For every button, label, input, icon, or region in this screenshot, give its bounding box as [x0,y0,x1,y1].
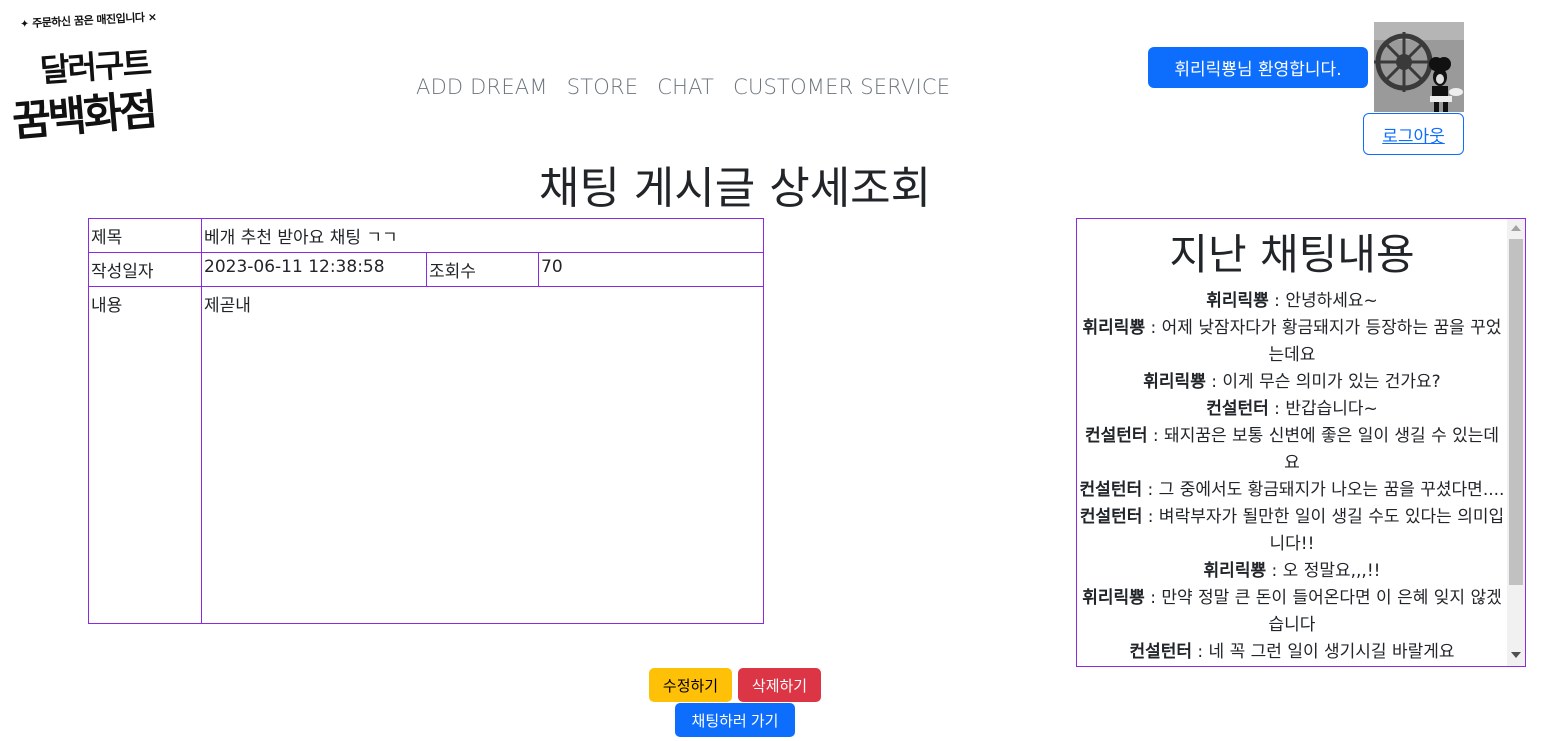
date-value: 2023-06-11 12:38:58 [201,252,427,287]
scroll-up-icon[interactable] [1511,225,1521,231]
chat-history-content: 지난 채팅내용 휘리릭뿅 : 안녕하세요~ 휘리릭뿅 : 어제 낮잠자다가 황금돼… [1077,219,1507,666]
scroll-down-icon[interactable] [1511,652,1521,658]
post-detail-table: 제목 베개 추천 받아요 채팅 ㄱㄱ 작성일자 2023-06-11 12:38… [88,218,764,624]
chat-sender: 휘리릭뿅 [1203,561,1267,581]
chat-message: 컨설턴터 : 네 꼭 그런 일이 생기시길 바랄게요 [1079,639,1505,666]
nav-chat[interactable]: CHAT [657,75,714,99]
chat-sender: 컨설턴터 [1084,426,1148,446]
chat-text: : 이게 무슨 의미가 있는 건가요? [1205,372,1441,392]
chat-message: 컨설턴터 : 반갑습니다~ [1079,396,1505,423]
chat-history-panel[interactable]: 지난 채팅내용 휘리릭뿅 : 안녕하세요~ 휘리릭뿅 : 어제 낮잠자다가 황금돼… [1076,218,1526,667]
chat-text: : 벼락부자가 될만한 일이 생길 수도 있다는 의미입니다!! [1142,507,1505,554]
edit-button[interactable]: 수정하기 [649,668,732,702]
chat-sender: 휘리릭뿅 [1082,318,1146,338]
logo-line2: 꿈백화점 [10,84,157,147]
chat-text: : 만약 정말 큰 돈이 들어온다면 이 은혜 잊지 않겠습니다 [1144,588,1502,635]
nav-customer-service[interactable]: CUSTOMER SERVICE [733,75,950,99]
welcome-badge[interactable]: 휘리릭뿅님 환영합니다. [1148,47,1368,88]
logo-tagline: ✦ 주문하신 꿈은 매진입니다 × [19,10,157,31]
scrollbar-thumb[interactable] [1509,239,1523,585]
chat-message: 컨설턴터 : 벼락부자가 될만한 일이 생길 수도 있다는 의미입니다!! [1079,504,1505,558]
views-value: 70 [538,252,764,287]
page-title: 채팅 게시글 상세조회 [538,163,932,214]
chat-message: 휘리릭뿅 : 오 정말요,,,!! [1079,558,1505,585]
chat-message: 휘리릭뿅 : 만약 정말 큰 돈이 들어온다면 이 은혜 잊지 않겠습니다 [1079,585,1505,639]
chat-history-title: 지난 채팅내용 [1169,230,1415,279]
chat-sender: 컨설턴터 [1206,399,1269,419]
title-label: 제목 [88,218,202,253]
chat-sender: 컨설턴터 [1079,507,1143,527]
chat-text: : 어제 낮잠자다가 황금돼지가 등장하는 꿈을 꾸었는데요 [1145,318,1502,365]
go-chat-button[interactable]: 채팅하러 가기 [675,703,795,737]
date-label: 작성일자 [88,252,202,287]
delete-button[interactable]: 삭제하기 [738,668,821,702]
chat-message: 휘리릭뿅 : 이게 무슨 의미가 있는 건가요? [1079,369,1505,396]
main-nav: ADD DREAM STORE CHAT CUSTOMER SERVICE [416,75,950,99]
chat-message: 컨설턴터 : 그 중에서도 황금돼지가 나오는 꿈을 꾸셨다면.... [1079,477,1505,504]
table-row: 제목 베개 추천 받아요 채팅 ㄱㄱ [88,218,764,253]
chat-sender: 컨설턴터 [1079,480,1143,500]
title-value: 베개 추천 받아요 채팅 ㄱㄱ [201,218,764,253]
views-label: 조회수 [426,252,539,287]
chat-history-scrollbar[interactable] [1507,219,1525,666]
chat-sender: 휘리릭뿅 [1206,291,1269,311]
content-label: 내용 [88,286,202,624]
chat-message: 휘리릭뿅 : 안녕하세요~ [1079,288,1505,315]
avatar [1374,22,1464,112]
nav-store[interactable]: STORE [567,75,639,99]
chat-sender: 휘리릭뿅 [1143,372,1206,392]
logout-button[interactable]: 로그아웃 [1363,113,1464,155]
chat-text: : 네 꼭 그런 일이 생기시길 바랄게요 [1192,642,1455,662]
chat-message-list: 휘리릭뿅 : 안녕하세요~ 휘리릭뿅 : 어제 낮잠자다가 황금돼지가 등장하는 … [1079,288,1505,666]
chat-text: : 그 중에서도 황금돼지가 나오는 꿈을 꾸셨다면.... [1142,480,1505,500]
table-row: 내용 제곧내 [88,286,764,624]
chat-text: : 안녕하세요~ [1268,291,1378,311]
chat-sender: 휘리릭뿅 [1082,588,1145,608]
chat-message: 휘리릭뿅 : 어제 낮잠자다가 황금돼지가 등장하는 꿈을 꾸었는데요 [1079,315,1505,369]
chat-text: : 돼지꿈은 보통 신변에 좋은 일이 생길 수 있는데요 [1147,426,1500,473]
chat-text: : 오 정말요,,,!! [1266,561,1381,581]
site-logo[interactable]: ✦ 주문하신 꿈은 매진입니다 × 달러구트 꿈백화점 [10,10,197,146]
content-value: 제곧내 [201,286,764,624]
steamboat-mouse-avatar-icon [1374,22,1464,112]
chat-message: 컨설턴터 : 돼지꿈은 보통 신변에 좋은 일이 생길 수 있는데요 [1079,423,1505,477]
chat-sender: 컨설턴터 [1129,642,1193,662]
table-row: 작성일자 2023-06-11 12:38:58 조회수 70 [88,252,764,287]
chat-text: : 반갑습니다~ [1268,399,1378,419]
nav-add-dream[interactable]: ADD DREAM [416,75,548,99]
